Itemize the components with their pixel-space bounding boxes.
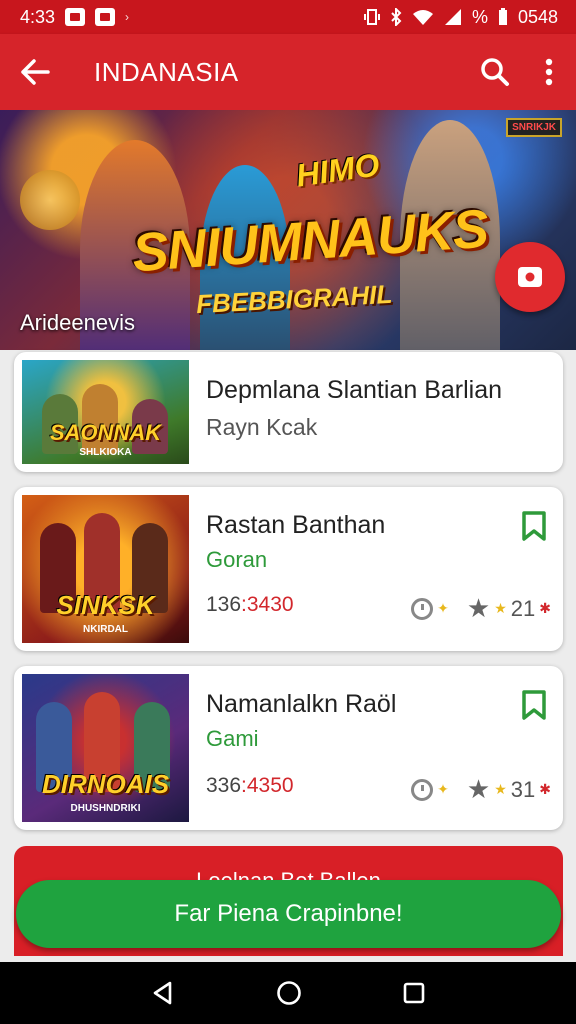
thumbnail-subtitle: SHLKIOKA — [79, 447, 132, 458]
rating-row: ✦ ★ ★ 31 ✱ — [411, 774, 551, 805]
more-vert-icon — [545, 58, 553, 86]
hero-logo-small: HIMO — [293, 146, 382, 194]
sparkle-icon: ✦ — [437, 781, 449, 797]
rating-value: 31 — [510, 776, 536, 802]
game-thumbnail: SINKSK NKIRDAL — [22, 495, 189, 643]
item-subtitle: Rayn Kcak — [206, 414, 318, 440]
system-nav-bar — [0, 962, 576, 1024]
game-thumbnail: DIRNOAIS DHUSHNDRIKI — [22, 674, 189, 822]
nav-home-button[interactable] — [276, 980, 302, 1006]
item-category: Gami — [206, 726, 259, 751]
battery-text: % — [471, 6, 488, 27]
hero-caption: Arideenevis — [20, 310, 135, 335]
list-item[interactable]: SAONNAK SHLKIOKA Depmlana Slantian Barli… — [14, 352, 563, 472]
search-icon — [481, 58, 509, 86]
thumbnail-title: DIRNOAIS — [41, 769, 170, 799]
status-bar: 4:33 › % 0548 — [0, 0, 576, 34]
camera-fab[interactable] — [495, 242, 565, 312]
app-title: INDANASIA — [94, 56, 239, 87]
clock-icon — [411, 597, 434, 620]
item-title: Rastan Banthan — [206, 511, 386, 539]
signal-icon — [444, 9, 461, 25]
wifi-icon — [412, 10, 433, 25]
battery-icon — [498, 8, 507, 25]
bookmark-icon[interactable] — [521, 690, 547, 720]
item-title: Depmlana Slantian Barlian — [206, 376, 503, 404]
clock-icon — [411, 778, 434, 801]
search-button[interactable] — [468, 34, 522, 110]
game-thumbnail: SAONNAK SHLKIOKA — [22, 360, 189, 464]
star-icon: ★ — [466, 774, 491, 804]
item-category: Goran — [206, 547, 268, 572]
chevron-icon: › — [125, 10, 130, 24]
star-small-icon: ✱ — [539, 600, 551, 616]
vibrate-icon — [363, 9, 380, 25]
list-item[interactable]: SINKSK NKIRDAL Rastan Banthan Goran 136:… — [14, 487, 563, 651]
hero-banner[interactable]: SNRIKJK HIMO SNIUMNAUKS FBEBBIGRAHIL Ari… — [0, 110, 576, 350]
thumbnail-title: SAONNAK — [49, 420, 162, 445]
overflow-menu-button[interactable] — [522, 34, 576, 110]
arrow-left-icon — [21, 59, 50, 85]
meta-value: :4350 — [241, 774, 294, 797]
back-button[interactable] — [0, 34, 70, 110]
bookmark-icon[interactable] — [521, 511, 547, 541]
bluetooth-icon — [391, 8, 402, 26]
rating-value: 21 — [510, 595, 536, 621]
hero-art — [20, 170, 80, 230]
app-bar: INDANASIA — [0, 34, 576, 110]
item-meta: 136:3430 — [206, 593, 294, 617]
thumbnail-title: SINKSK — [56, 590, 155, 620]
meta-count: 336 — [206, 774, 242, 797]
nav-recents-button[interactable] — [402, 981, 426, 1005]
status-time: 4:33 — [20, 6, 56, 27]
thumbnail-subtitle: DHUSHNDRIKI — [70, 803, 141, 814]
star-small-icon: ✱ — [539, 781, 551, 797]
meta-value: :3430 — [241, 593, 294, 616]
item-meta: 336:4350 — [206, 774, 294, 798]
list-item[interactable]: DIRNOAIS DHUSHNDRIKI Namanlalkn Raöl Gam… — [14, 666, 563, 830]
hero-badge: SNRIKJK — [506, 118, 562, 137]
star-small-icon: ★ — [494, 600, 507, 616]
record-icon — [518, 267, 542, 287]
green-button-label: Far Piena Crapinbne! — [174, 900, 403, 927]
thumbnail-subtitle: NKIRDAL — [83, 624, 128, 635]
notification-icon — [95, 8, 116, 26]
notification-icon — [65, 8, 86, 26]
primary-action-button[interactable]: Far Piena Crapinbne! — [16, 880, 561, 948]
nav-back-button[interactable] — [150, 980, 176, 1006]
meta-count: 136 — [206, 593, 242, 616]
status-clock-right: 0548 — [517, 6, 558, 27]
rating-row: ✦ ★ ★ 21 ✱ — [411, 593, 551, 624]
sparkle-icon: ✦ — [437, 600, 449, 616]
item-title: Namanlalkn Raöl — [206, 690, 397, 718]
star-small-icon: ★ — [494, 781, 507, 797]
star-icon: ★ — [466, 593, 491, 623]
